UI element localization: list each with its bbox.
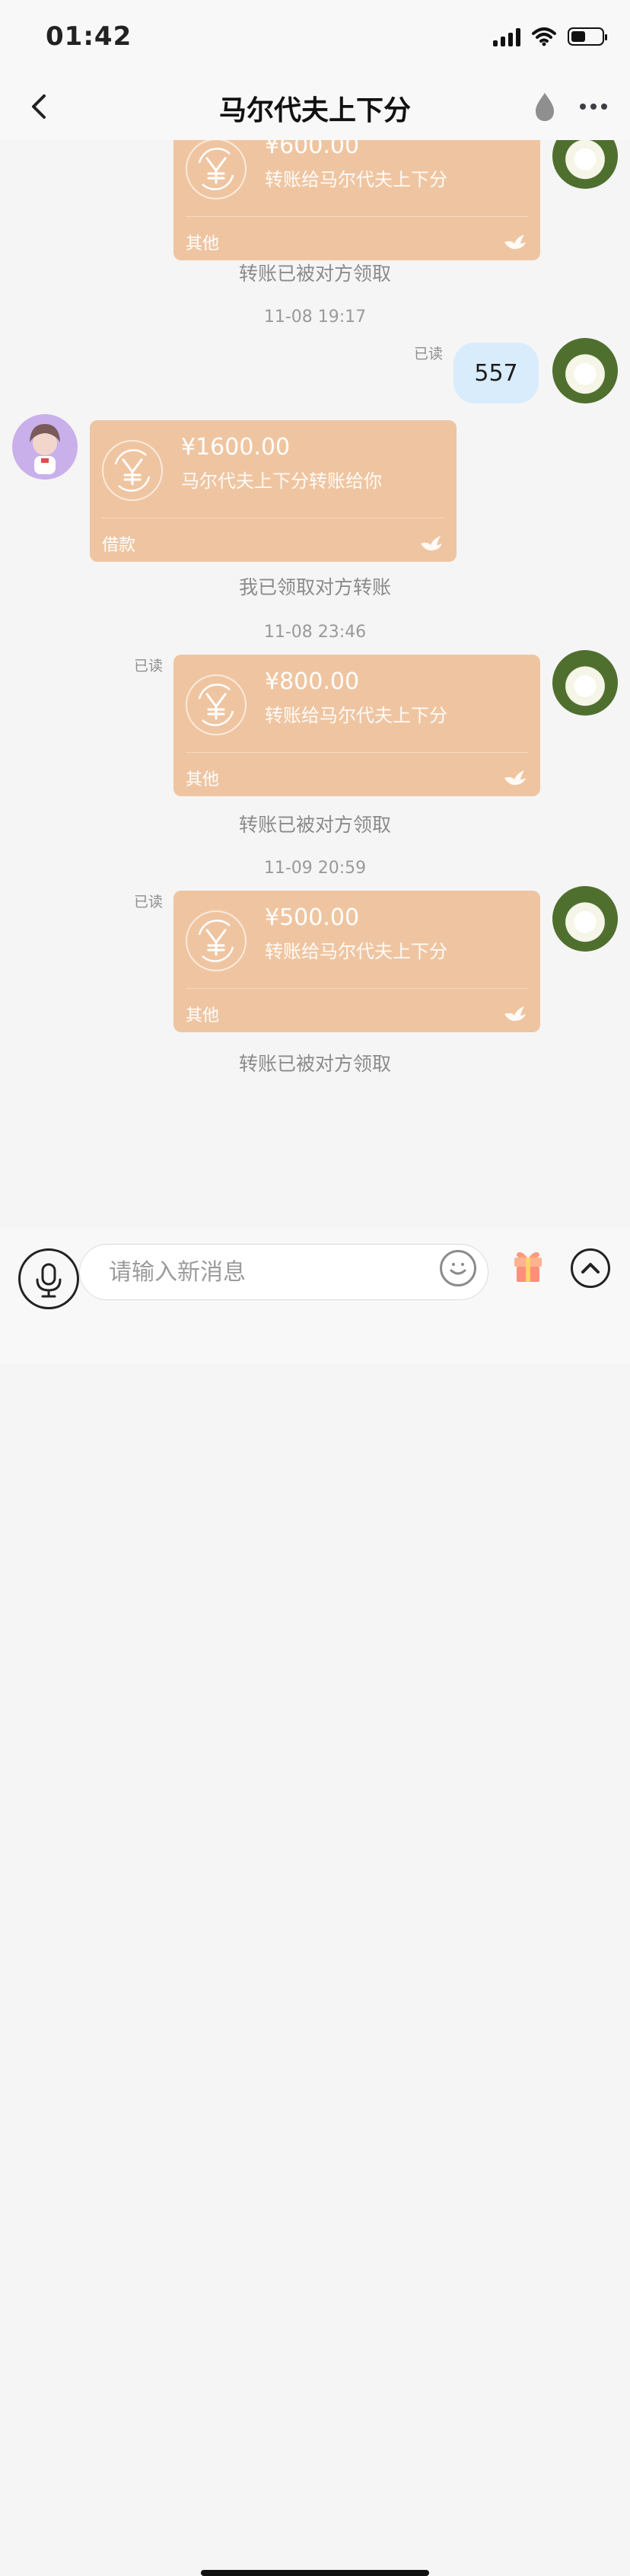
- status-bar: 01:42: [0, 0, 630, 76]
- transfer-note: 其他: [186, 234, 220, 253]
- nav-bar: 马尔代夫上下分: [0, 76, 630, 140]
- user-avatar[interactable]: [552, 886, 618, 952]
- system-message: 转账已被对方领取: [238, 814, 391, 836]
- transfer-divider: [186, 216, 528, 217]
- yen-circle-icon: [186, 140, 247, 199]
- gift-icon[interactable]: [508, 1245, 548, 1285]
- user-avatar[interactable]: [552, 650, 618, 716]
- transfer-desc: 转账给马尔代夫上下分: [265, 705, 447, 726]
- transfer-amount: ¥1600.00: [181, 434, 291, 461]
- contact-avatar[interactable]: [12, 414, 78, 480]
- transfer-divider: [186, 988, 528, 989]
- user-avatar[interactable]: [552, 338, 618, 403]
- drop-icon[interactable]: [530, 90, 560, 123]
- wifi-icon: [532, 27, 556, 46]
- transfer-amount: ¥500.00: [265, 904, 360, 931]
- text-bubble[interactable]: 557: [453, 343, 539, 403]
- timestamp: 11-08 23:46: [263, 623, 367, 642]
- transfer-divider: [186, 752, 528, 753]
- yen-circle-icon: [102, 440, 163, 501]
- transfer-desc: 转账给马尔代夫上下分: [265, 169, 447, 190]
- transfer-note: 其他: [186, 770, 220, 789]
- microphone-icon[interactable]: [18, 1248, 79, 1309]
- read-tag: 已读: [134, 894, 164, 910]
- battery-icon: [568, 27, 607, 46]
- home-indicator: [201, 2570, 429, 2576]
- bird-icon: [504, 770, 526, 786]
- system-message: 转账已被对方领取: [238, 1053, 391, 1075]
- read-tag: 已读: [414, 346, 444, 362]
- timestamp: 11-08 19:17: [263, 308, 367, 327]
- input-bar: [0, 1229, 630, 2576]
- transfer-amount: ¥600.00: [265, 140, 360, 159]
- chat-area[interactable]: ¥600.00 转账给马尔代夫上下分 其他 转账已被对方领取 11-08 19:…: [0, 140, 630, 1229]
- chevron-up-icon[interactable]: [571, 1248, 610, 1288]
- transfer-card[interactable]: ¥500.00 转账给马尔代夫上下分 其他: [173, 891, 540, 1032]
- read-tag: 已读: [134, 658, 164, 674]
- timestamp: 11-09 20:59: [263, 859, 367, 878]
- message-input[interactable]: [79, 1244, 488, 1300]
- status-time: 01:42: [46, 21, 132, 52]
- yen-circle-icon: [186, 910, 247, 971]
- transfer-desc: 转账给马尔代夫上下分: [265, 941, 447, 962]
- transfer-desc: 马尔代夫上下分转账给你: [181, 470, 382, 492]
- user-avatar[interactable]: [552, 140, 618, 189]
- status-icons: [493, 26, 607, 47]
- bird-icon: [421, 536, 442, 551]
- system-message: 我已领取对方转账: [238, 576, 391, 598]
- transfer-card[interactable]: ¥600.00 转账给马尔代夫上下分 其他: [173, 140, 540, 260]
- smile-icon[interactable]: [440, 1250, 476, 1286]
- yen-circle-icon: [186, 674, 247, 735]
- transfer-amount: ¥800.00: [265, 668, 360, 695]
- transfer-note: 其他: [186, 1006, 220, 1025]
- transfer-note: 借款: [102, 536, 136, 555]
- transfer-card[interactable]: ¥800.00 转账给马尔代夫上下分 其他: [173, 655, 540, 796]
- bird-icon: [504, 1006, 526, 1022]
- more-icon[interactable]: [575, 97, 612, 116]
- system-message: 转账已被对方领取: [238, 263, 391, 285]
- signal-icon: [493, 27, 520, 46]
- transfer-card[interactable]: ¥1600.00 马尔代夫上下分转账给你 借款: [90, 420, 457, 562]
- bird-icon: [504, 234, 526, 250]
